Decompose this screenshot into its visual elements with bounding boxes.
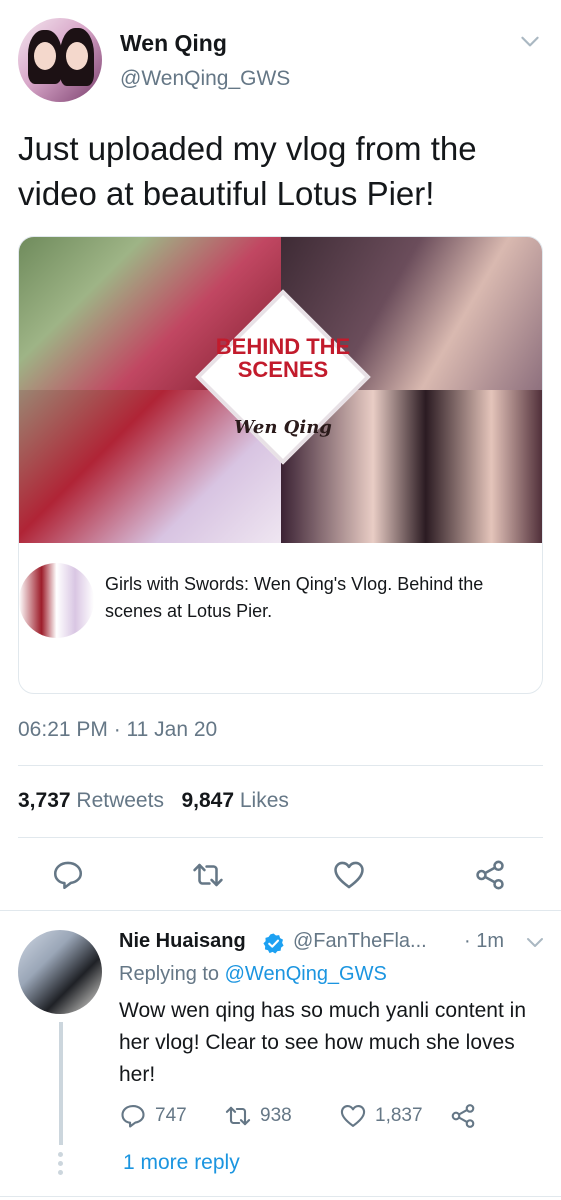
reply-like-button[interactable]: 1,837	[339, 1102, 423, 1130]
card-image-caption: BEHIND THE SCENES	[215, 334, 351, 382]
heart-icon[interactable]	[332, 858, 366, 892]
card-title[interactable]: Girls with Swords: Wen Qing's Vlog. Behi…	[105, 571, 535, 625]
section-divider	[0, 910, 561, 911]
share-icon[interactable]	[473, 858, 507, 892]
replying-prefix: Replying to	[119, 963, 220, 985]
heart-icon	[340, 1105, 366, 1127]
replying-to: Replying to @WenQing_GWS	[119, 963, 387, 986]
replying-to-handle[interactable]: @WenQing_GWS	[225, 963, 387, 985]
reply-count: 747	[155, 1105, 187, 1126]
retweet-icon	[225, 1106, 251, 1126]
retweets-count[interactable]: 3,737	[18, 789, 71, 812]
card-meta[interactable]: Girls with Swords: Wen Qing's Vlog. Behi…	[19, 543, 542, 693]
likes-count[interactable]: 9,847	[181, 789, 234, 812]
reply-author-handle[interactable]: @FanTheFla...	[293, 930, 468, 953]
reply-icon	[121, 1105, 145, 1128]
section-divider	[0, 1196, 561, 1197]
link-card[interactable]: BEHIND THE SCENES Wen Qing Girls with Sw…	[18, 236, 543, 694]
reply-time[interactable]: · 1m	[464, 930, 504, 953]
tweet-action-bar	[0, 850, 561, 900]
thread-dots	[58, 1152, 64, 1176]
reply-icon[interactable]	[51, 858, 85, 892]
retweets-label[interactable]: Retweets	[76, 789, 164, 812]
reply-retweet-button[interactable]: 938	[224, 1102, 292, 1130]
thread-line	[59, 1022, 63, 1145]
like-count: 1,837	[375, 1105, 423, 1126]
share-icon	[451, 1104, 475, 1128]
card-thumbnail	[19, 563, 94, 638]
retweet-icon[interactable]	[191, 858, 225, 892]
retweet-count: 938	[260, 1105, 292, 1126]
reply-author-avatar[interactable]	[18, 930, 102, 1014]
reply-action-bar: 747 938 1,837	[119, 1098, 539, 1134]
likes-label[interactable]: Likes	[240, 789, 289, 812]
chevron-down-icon[interactable]	[523, 930, 547, 954]
reply-share-button[interactable]	[449, 1102, 477, 1130]
chevron-down-icon[interactable]	[517, 28, 543, 54]
reply-text: Wow wen qing has so much yanli content i…	[119, 999, 526, 1086]
author-name[interactable]: Wen Qing	[120, 30, 227, 57]
divider	[18, 837, 543, 838]
divider	[18, 765, 543, 766]
author-avatar[interactable]	[18, 18, 102, 102]
card-image-script: Wen Qing	[234, 417, 332, 438]
verified-icon	[263, 933, 284, 954]
tweet-text: Just uploaded my vlog from the video at …	[18, 130, 477, 212]
tweet-stats: 3,737 Retweets 9,847 Likes	[18, 789, 289, 813]
more-replies-link[interactable]: 1 more reply	[123, 1151, 240, 1175]
reply-reply-button[interactable]: 747	[119, 1102, 187, 1130]
author-handle[interactable]: @WenQing_GWS	[120, 67, 290, 91]
card-image[interactable]: BEHIND THE SCENES Wen Qing	[19, 237, 542, 543]
tweet-timestamp[interactable]: 06:21 PM · 11 Jan 20	[18, 718, 217, 742]
reply-author-name[interactable]: Nie Huaisang	[119, 930, 246, 953]
